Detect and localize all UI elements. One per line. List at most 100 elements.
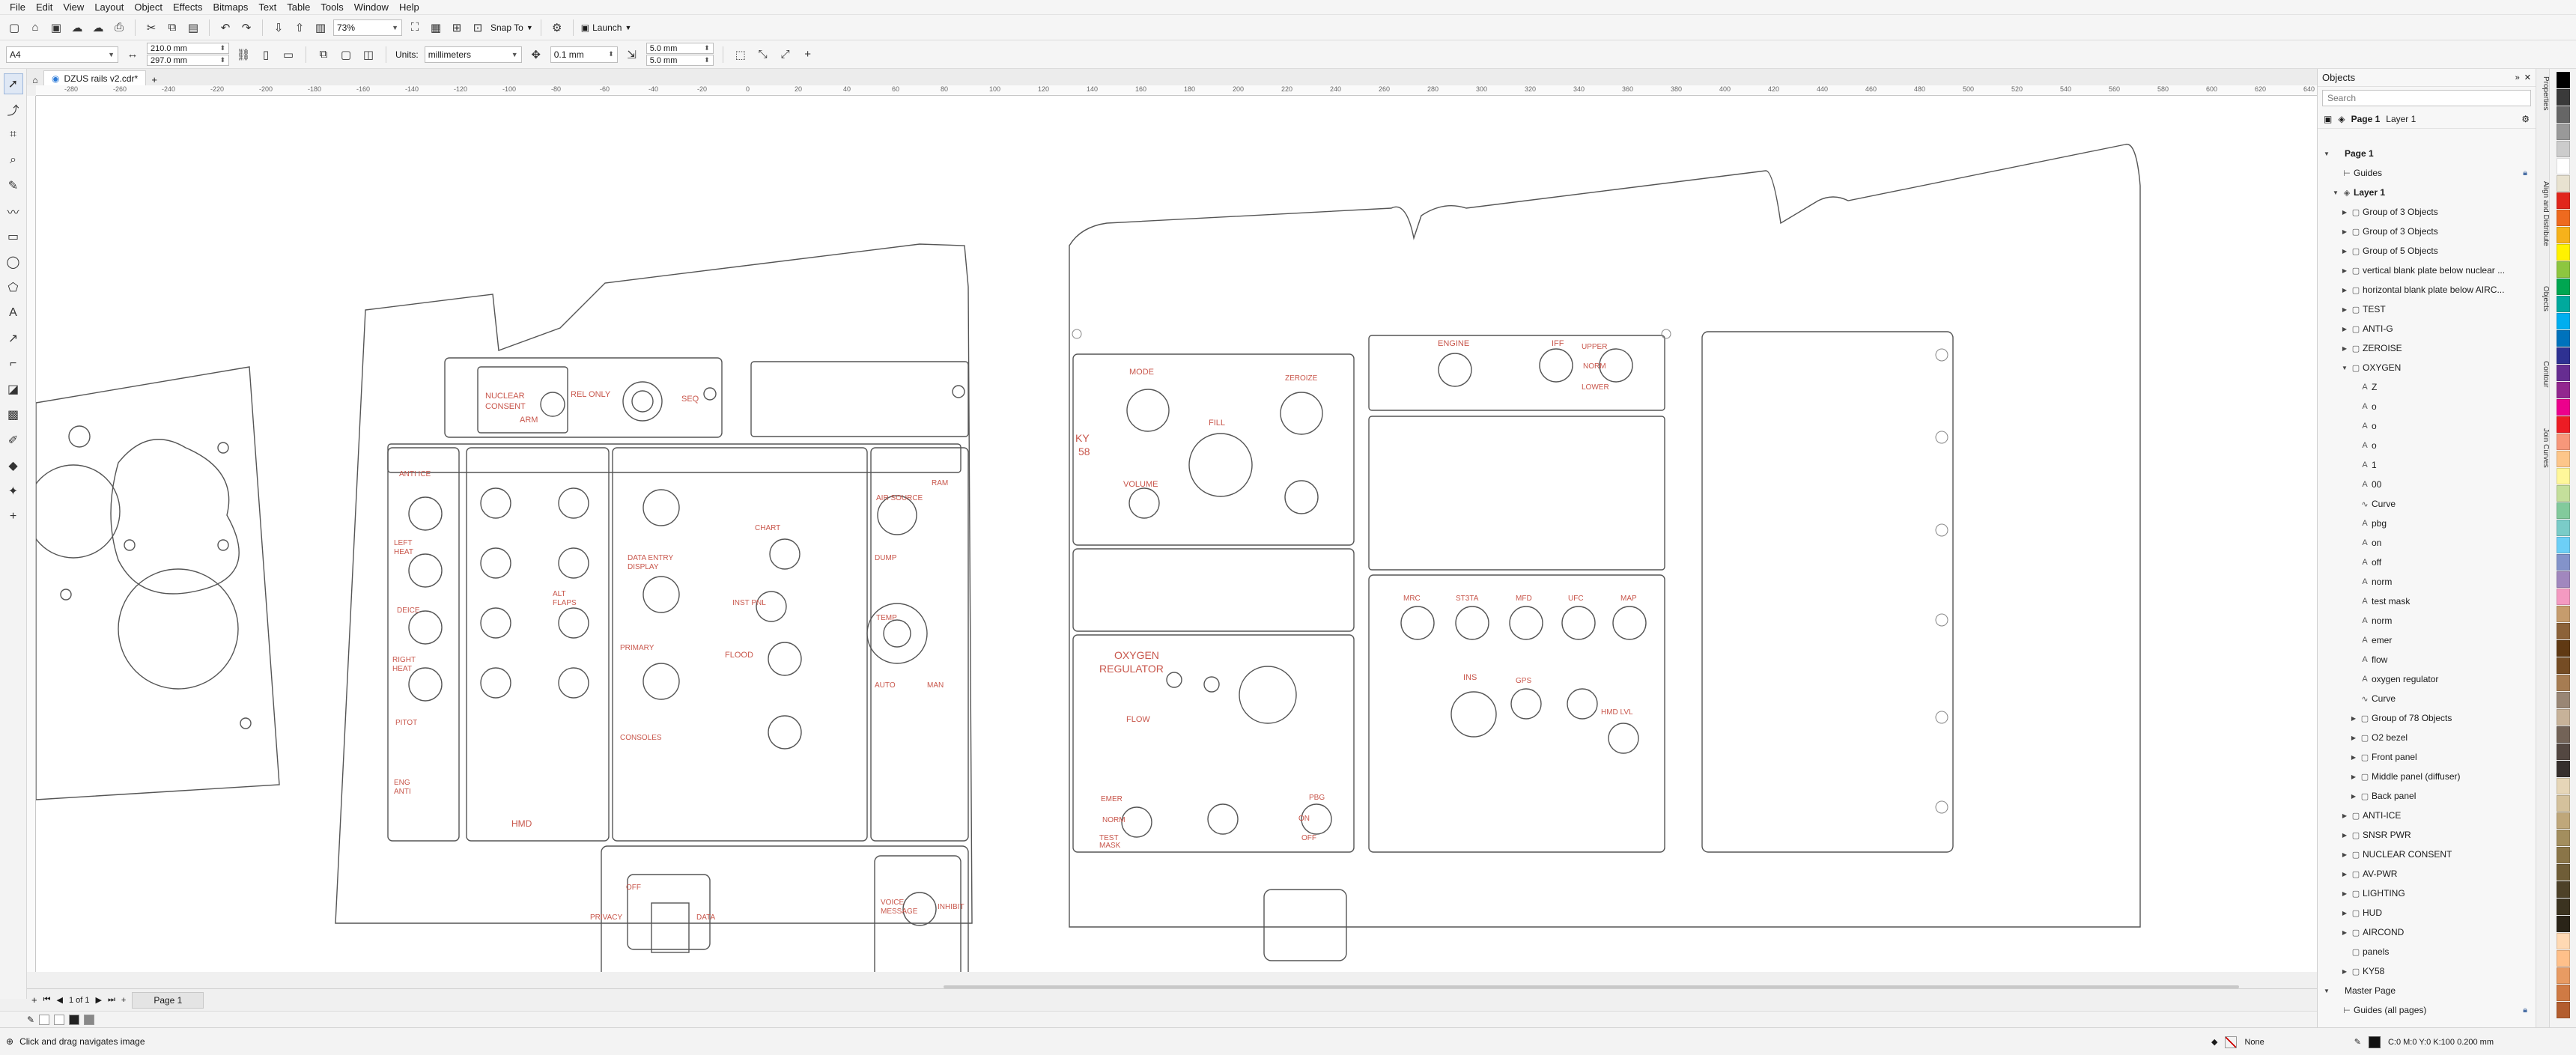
color-swatch[interactable] [2556, 365, 2570, 381]
object-tree-item[interactable]: Aoff [2318, 553, 2536, 572]
new-document-icon[interactable]: ▢ [6, 19, 22, 36]
side-tab-objects[interactable]: Objects [2536, 286, 2550, 311]
object-tree-item[interactable]: Anorm [2318, 611, 2536, 630]
object-tree-item[interactable]: Aemer [2318, 630, 2536, 650]
objects-search-input[interactable]: Search [2322, 90, 2531, 106]
collapsed-icon[interactable]: ▶ [2340, 968, 2349, 975]
color-swatch[interactable] [2556, 778, 2570, 794]
collapsed-icon[interactable]: ▶ [2340, 910, 2349, 916]
outline-swatch[interactable] [2368, 1036, 2381, 1048]
launch-button[interactable]: ▣ Launch ▼ [581, 22, 632, 33]
color-swatch[interactable] [2556, 606, 2570, 622]
color-swatch[interactable] [2556, 382, 2570, 398]
color-swatch[interactable] [2556, 985, 2570, 1001]
color-swatch[interactable] [2556, 330, 2570, 347]
color-swatch[interactable] [2556, 709, 2570, 726]
color-swatch[interactable] [2556, 761, 2570, 777]
color-swatch[interactable] [2556, 279, 2570, 295]
zoom-level-combo[interactable]: 73% ▼ [333, 19, 402, 36]
object-tree-item[interactable]: Apbg [2318, 514, 2536, 533]
object-tree-item[interactable]: ▢ panels [2318, 942, 2536, 961]
layer-stack-icon[interactable]: ◈ [2338, 114, 2345, 124]
color-swatch[interactable] [2556, 313, 2570, 329]
drawing-canvas[interactable]: NUCLEAR CONSENT ARM REL ONLY SEQ ANTI IC… [36, 96, 2317, 972]
color-swatch[interactable] [2556, 210, 2570, 226]
lock-icon[interactable]: 🔒︎ [2523, 168, 2527, 178]
color-swatch[interactable] [2556, 589, 2570, 605]
eyedropper-icon[interactable]: ✐ [4, 430, 23, 451]
object-tree-item[interactable]: ▶ ▢ ANTI-ICE [2318, 806, 2536, 825]
open-folder-icon[interactable]: ⌂ [27, 19, 43, 36]
color-swatch[interactable] [2556, 175, 2570, 192]
shape-tool-icon[interactable]: ⤴ [4, 99, 23, 120]
duplicate-x-field[interactable]: 5.0 mm ⬍ [645, 43, 714, 54]
color-swatch[interactable] [2556, 933, 2570, 949]
object-tree-item[interactable]: AZ [2318, 377, 2536, 397]
collapsed-icon[interactable]: ▶ [2340, 890, 2349, 897]
object-tree-item[interactable]: ▶ ▢ Group of 3 Objects [2318, 202, 2536, 222]
add-tool-icon[interactable]: + [4, 506, 23, 527]
color-swatch[interactable] [2556, 950, 2570, 967]
page-size-combo[interactable]: A4 ▼ [6, 46, 118, 63]
color-swatch[interactable] [2556, 571, 2570, 588]
color-swatch[interactable] [2556, 261, 2570, 278]
collapsed-icon[interactable]: ▶ [2340, 248, 2349, 255]
gray-swatch[interactable] [84, 1014, 95, 1025]
color-swatch[interactable] [2556, 623, 2570, 639]
color-swatch[interactable] [2556, 451, 2570, 467]
object-tree-item[interactable]: ∿ Curve [2318, 494, 2536, 514]
color-swatch[interactable] [2556, 640, 2570, 657]
collapsed-icon[interactable]: ▶ [2340, 851, 2349, 858]
landscape-icon[interactable]: ▭ [280, 46, 297, 63]
color-swatch[interactable] [2556, 434, 2570, 450]
color-swatch[interactable] [2556, 657, 2570, 674]
menu-help[interactable]: Help [394, 0, 425, 15]
collapsed-icon[interactable]: ▶ [2340, 267, 2349, 274]
redo-icon[interactable]: ↷ [238, 19, 255, 36]
no-color-swatch[interactable] [39, 1014, 50, 1025]
menu-object[interactable]: Object [129, 0, 168, 15]
object-tree-item[interactable]: Anorm [2318, 572, 2536, 592]
outline-icon[interactable]: ✎ [2354, 1037, 2361, 1047]
object-tree-item[interactable]: A1 [2318, 455, 2536, 475]
collapsed-icon[interactable]: ▶ [2340, 832, 2349, 839]
cloud-upload-icon[interactable]: ☁ [69, 19, 85, 36]
object-tree-item[interactable]: ▶ ▢ AIRCOND [2318, 922, 2536, 942]
object-tree-item[interactable]: Ao [2318, 436, 2536, 455]
object-tree-item[interactable]: ▶ ▢ Middle panel (diffuser) [2318, 767, 2536, 786]
color-swatch[interactable] [2556, 72, 2570, 88]
ellipse-tool-icon[interactable]: ◯ [4, 252, 23, 273]
object-tree-item[interactable]: ▼ ◈ Layer 1 [2318, 183, 2536, 202]
color-swatch[interactable] [2556, 192, 2570, 209]
color-swatch[interactable] [2556, 847, 2570, 863]
connector-tool-icon[interactable]: ⌐ [4, 353, 23, 374]
color-swatch[interactable] [2556, 899, 2570, 915]
import-icon[interactable]: ⇩ [270, 19, 287, 36]
artistic-media-icon[interactable]: 〰 [4, 201, 23, 222]
color-swatch[interactable] [2556, 830, 2570, 846]
collapsed-icon[interactable]: ▶ [2340, 326, 2349, 332]
close-icon[interactable]: ✕ [2524, 73, 2531, 82]
menu-edit[interactable]: Edit [31, 0, 58, 15]
color-swatch[interactable] [2556, 227, 2570, 243]
color-swatch[interactable] [2556, 881, 2570, 898]
all-pages-icon[interactable]: ⧉ [315, 46, 332, 63]
side-tab-properties[interactable]: Properties [2536, 76, 2550, 111]
color-swatch[interactable] [2556, 916, 2570, 932]
horizontal-ruler[interactable]: -280 -260 -240 -220 -200 -180 -160 -140 -120 -100… [36, 85, 2317, 96]
object-tree-item[interactable]: ▶ ▢ Front panel [2318, 747, 2536, 767]
vertical-ruler[interactable] [27, 96, 36, 972]
object-tree-item[interactable]: ▶ ▢ horizontal blank plate below AIRC... [2318, 280, 2536, 300]
expanded-icon[interactable]: ▼ [2322, 988, 2331, 994]
object-tree-item[interactable]: ▼ ▢ OXYGEN [2318, 358, 2536, 377]
snap-icon[interactable]: ⊡ [470, 19, 486, 36]
new-tab-icon[interactable]: + [146, 74, 162, 85]
text-tool-icon[interactable]: A [4, 302, 23, 323]
interactive-fill-icon[interactable]: ◆ [4, 455, 23, 476]
object-tree-item[interactable]: ▶ ▢ TEST [2318, 300, 2536, 319]
zoom-tool-icon[interactable]: ⌕ [4, 150, 23, 171]
gear-icon[interactable]: ⚙ [549, 19, 565, 36]
object-tree-item[interactable]: ▶ ▢ NUCLEAR CONSENT [2318, 845, 2536, 864]
treat-as-filled-icon[interactable]: ⬚ [732, 46, 749, 63]
color-swatch[interactable] [2556, 347, 2570, 364]
